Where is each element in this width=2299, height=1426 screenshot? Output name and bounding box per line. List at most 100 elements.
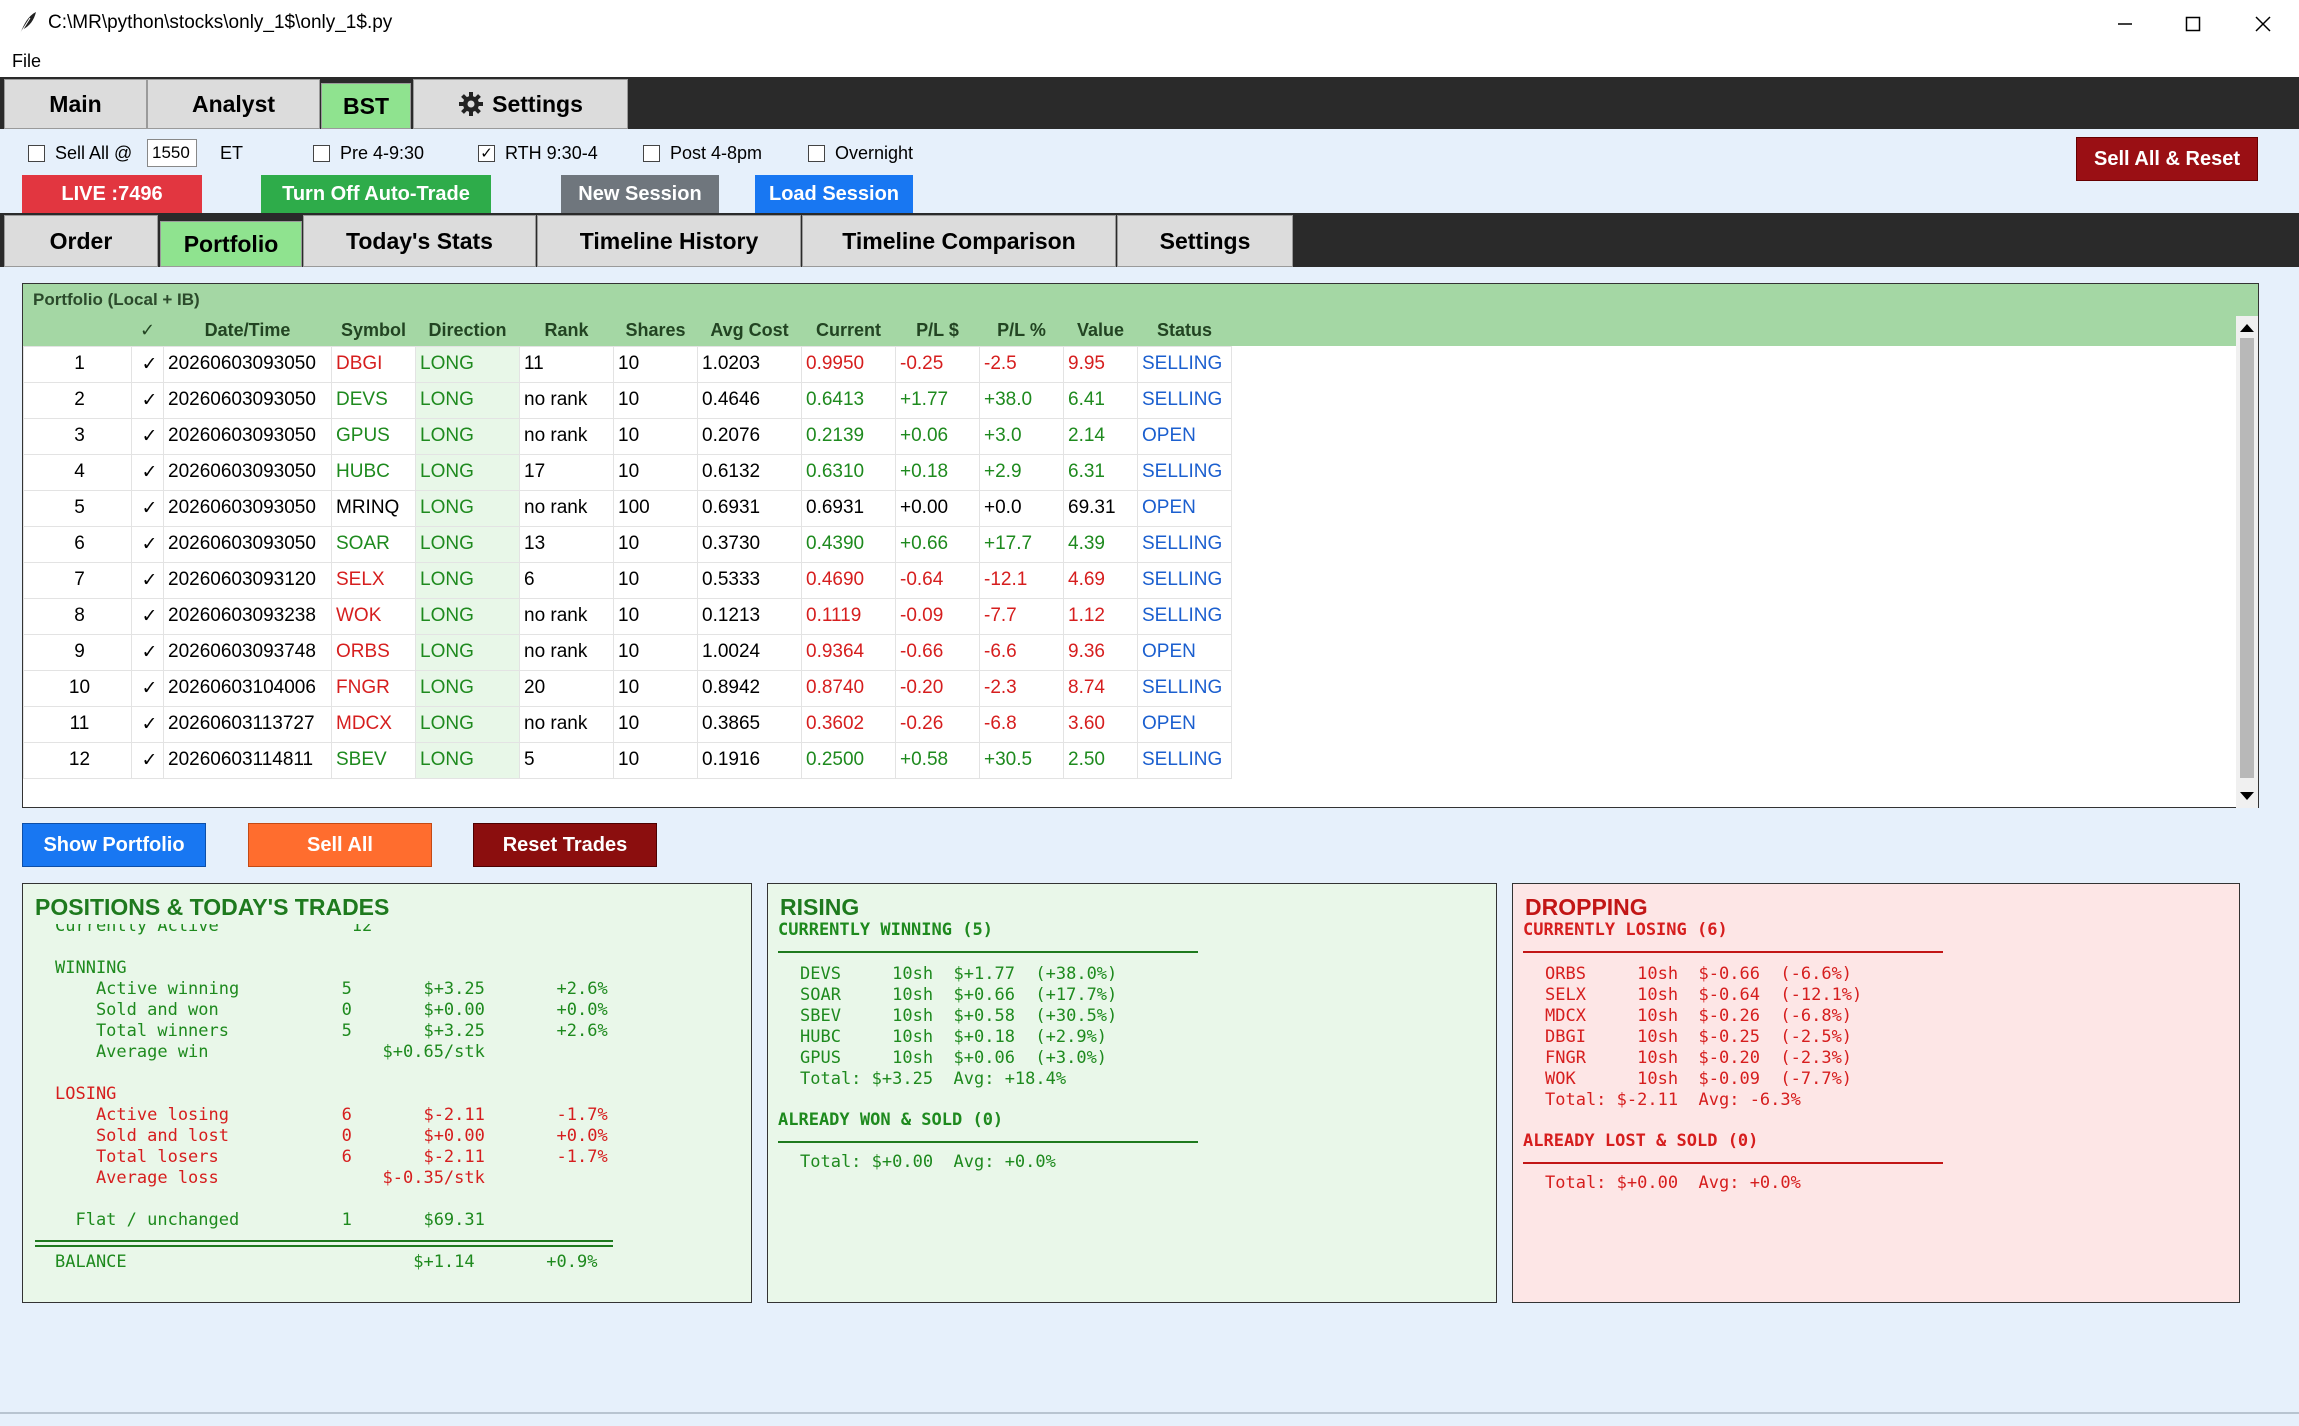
table-cell: 6.31 (1063, 453, 1138, 491)
table-row[interactable]: 8 ✓ 20260603093238 WOK LONG no rank 10 0.1213 0.… (23, 597, 1232, 635)
dropping-line: FNGR 10sh $-0.20 (-2.3%) (1545, 1048, 1853, 1068)
sell-all-button[interactable]: Sell All (248, 823, 432, 867)
table-cell: 0.9364 (801, 633, 896, 671)
dropping-line: Total: $-2.11 Avg: -6.3% (1545, 1090, 1801, 1110)
rising-line: DEVS 10sh $+1.77 (+38.0%) (800, 964, 1118, 984)
table-cell: 0.3865 (697, 705, 802, 743)
rth-checkbox[interactable]: ✓ RTH 9:30-4 (478, 143, 598, 164)
table-cell: LONG (415, 633, 520, 671)
table-row[interactable]: 6 ✓ 20260603093050 SOAR LONG 13 10 0.3730 0.4390… (23, 525, 1232, 563)
currently-winning-header: CURRENTLY WINNING (5) (778, 920, 993, 940)
pre-checkbox[interactable]: Pre 4-9:30 (313, 143, 424, 164)
table-cell: ✓ (131, 417, 164, 455)
table-cell: SELLING (1137, 741, 1232, 779)
new-session-button[interactable]: New Session (561, 175, 719, 213)
column-header[interactable] (23, 316, 132, 346)
post-checkbox[interactable]: Post 4-8pm (643, 143, 762, 164)
maximize-icon[interactable] (2158, 0, 2228, 47)
column-header[interactable]: Symbol (331, 316, 416, 346)
table-cell: ✓ (131, 489, 164, 527)
sell-all-time-input[interactable]: 1550 (147, 139, 197, 167)
column-header[interactable]: Date/Time (163, 316, 332, 346)
column-header[interactable]: Direction (415, 316, 520, 346)
table-cell: ✓ (131, 525, 164, 563)
table-row[interactable]: 10 ✓ 20260603104006 FNGR LONG 20 10 0.8942 0.874… (23, 669, 1232, 707)
tab-settings-label: Settings (492, 90, 583, 117)
dropping-title: DROPPING (1525, 894, 1648, 920)
tab-portfolio[interactable]: Portfolio (160, 221, 302, 267)
table-row[interactable]: 12 ✓ 20260603114811 SBEV LONG 5 10 0.1916 0.2500… (23, 741, 1232, 779)
column-header[interactable]: Value (1063, 316, 1138, 346)
live-button[interactable]: LIVE :7496 (22, 175, 202, 213)
scroll-down-icon[interactable] (2236, 786, 2258, 806)
table-cell: 11 (23, 705, 132, 743)
tab-bst[interactable]: BST (321, 83, 411, 129)
portfolio-frame: Portfolio (Local + IB) ✓ Date/Time Symbol D… (22, 283, 2259, 808)
sell-all-reset-button[interactable]: Sell All & Reset (2076, 137, 2258, 181)
reset-trades-button[interactable]: Reset Trades (473, 823, 657, 867)
table-cell: LONG (415, 381, 520, 419)
column-header[interactable]: Current (801, 316, 896, 346)
tab-order[interactable]: Order (4, 215, 158, 267)
scroll-up-icon[interactable] (2236, 318, 2258, 338)
sub-tab-bar: Order Portfolio Today's Stats Timeline H… (0, 213, 2299, 267)
table-row[interactable]: 2 ✓ 20260603093050 DEVS LONG no rank 10 0.4646 0… (23, 381, 1232, 419)
table-cell: SELLING (1137, 669, 1232, 707)
tab-main[interactable]: Main (4, 79, 147, 129)
dropping-line: WOK 10sh $-0.09 (-7.7%) (1545, 1069, 1853, 1089)
positions-line: Currently Active 12 (55, 924, 373, 936)
tab-settings-main[interactable]: Settings (413, 79, 628, 129)
table-row[interactable]: 5 ✓ 20260603093050 MRINQ LONG no rank 100 0.693… (23, 489, 1232, 527)
table-row[interactable]: 9 ✓ 20260603093748 ORBS LONG no rank 10 1.0024 0… (23, 633, 1232, 671)
tab-analyst[interactable]: Analyst (147, 79, 320, 129)
column-header[interactable]: Avg Cost (697, 316, 802, 346)
column-header[interactable]: Shares (613, 316, 698, 346)
tab-settings-sub[interactable]: Settings (1117, 215, 1293, 267)
load-session-button[interactable]: Load Session (755, 175, 913, 213)
vertical-scrollbar[interactable] (2236, 316, 2258, 808)
table-cell: 0.3730 (697, 525, 802, 563)
rising-line: Total: $+3.25 Avg: +18.4% (800, 1069, 1067, 1089)
scrollbar-thumb[interactable] (2240, 338, 2254, 778)
tab-timeline-comparison[interactable]: Timeline Comparison (802, 215, 1116, 267)
table-cell: -6.8 (979, 705, 1064, 743)
table-cell: ✓ (131, 381, 164, 419)
column-header[interactable]: P/L $ (895, 316, 980, 346)
table-row[interactable]: 3 ✓ 20260603093050 GPUS LONG no rank 10 0.2076 0… (23, 417, 1232, 455)
menu-file[interactable]: File (12, 51, 41, 72)
overnight-checkbox[interactable]: Overnight (808, 143, 913, 164)
auto-trade-button[interactable]: Turn Off Auto-Trade (261, 175, 491, 213)
table-cell: 10 (613, 417, 698, 455)
tab-timeline-history[interactable]: Timeline History (537, 215, 801, 267)
table-cell: 0.2139 (801, 417, 896, 455)
column-header[interactable]: Status (1137, 316, 1232, 346)
table-cell: SELLING (1137, 381, 1232, 419)
table-cell: 17 (519, 453, 614, 491)
minimize-icon[interactable] (2090, 0, 2160, 47)
show-portfolio-button[interactable]: Show Portfolio (22, 823, 206, 867)
close-icon[interactable] (2228, 0, 2298, 47)
column-header[interactable]: Rank (519, 316, 614, 346)
rth-label: RTH 9:30-4 (505, 143, 598, 163)
table-row[interactable]: 4 ✓ 20260603093050 HUBC LONG 17 10 0.6132 0.6310… (23, 453, 1232, 491)
table-cell: 9 (23, 633, 132, 671)
rising-line: HUBC 10sh $+0.18 (+2.9%) (800, 1027, 1108, 1047)
sell-all-checkbox[interactable]: Sell All @ (28, 143, 132, 164)
column-header[interactable]: ✓ (131, 316, 164, 346)
tab-todays-stats[interactable]: Today's Stats (303, 215, 536, 267)
column-header[interactable]: P/L % (979, 316, 1064, 346)
table-cell: 5 (519, 741, 614, 779)
table-cell: 4.39 (1063, 525, 1138, 563)
table-cell: 2.14 (1063, 417, 1138, 455)
table-cell: 20260603104006 (163, 669, 332, 707)
table-row[interactable]: 7 ✓ 20260603093120 SELX LONG 6 10 0.5333 0.4690-… (23, 561, 1232, 599)
table-cell: 20260603093050 (163, 525, 332, 563)
table-cell: 100 (613, 489, 698, 527)
table-row[interactable]: 11 ✓ 20260603113727 MDCX LONG no rank 10 0.3865… (23, 705, 1232, 743)
lost-sold-total: Total: $+0.00 Avg: +0.0% (1545, 1173, 1801, 1193)
table-cell: 3 (23, 417, 132, 455)
sell-all-label: Sell All @ (55, 143, 133, 163)
table-row[interactable]: 1 ✓ 20260603093050 DBGI LONG 11 10 1.0203 0.9950… (23, 345, 1232, 383)
table-cell: -2.3 (979, 669, 1064, 707)
bottom-border (0, 1412, 2299, 1414)
